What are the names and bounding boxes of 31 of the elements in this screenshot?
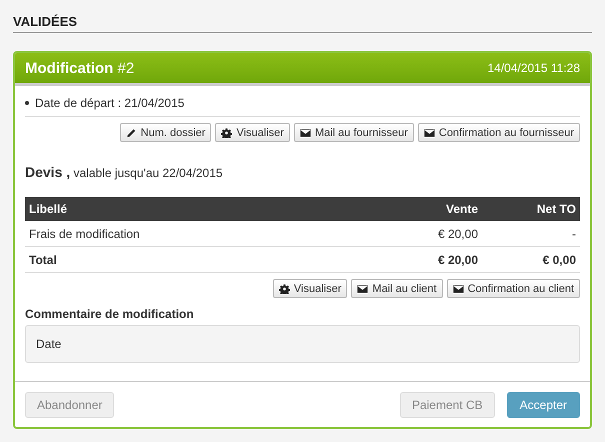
table-cell: Frais de modification	[25, 221, 384, 246]
action-button[interactable]: Mail au client	[351, 279, 443, 298]
total-cell: Total	[25, 246, 384, 272]
table-cell: € 20,00	[384, 221, 482, 246]
timestamp: 14/04/2015 11:28	[487, 61, 580, 75]
bullet-icon	[25, 101, 29, 105]
action-button[interactable]: Mail au fournisseur	[294, 123, 414, 142]
table-cell: -	[482, 221, 580, 246]
card-title: Modification #2	[25, 60, 134, 76]
total-cell: € 20,00	[384, 246, 482, 272]
comment-field[interactable]: Date	[25, 325, 580, 363]
action-button[interactable]: Confirmation au fournisseur	[418, 123, 580, 142]
pencil-icon	[126, 128, 137, 138]
envelope-icon	[424, 128, 435, 138]
column-header: Vente	[384, 197, 482, 221]
column-header: Net TO	[482, 197, 580, 221]
section-title: VALIDÉES	[13, 14, 78, 29]
action-button[interactable]: Confirmation au client	[446, 279, 580, 298]
total-cell: € 0,00	[482, 246, 580, 272]
envelope-icon	[452, 284, 464, 294]
comment-label: Commentaire de modification	[25, 307, 195, 321]
envelope-icon	[300, 128, 311, 138]
column-header: Libellé	[25, 197, 384, 221]
action-button[interactable]: Num. dossier	[120, 123, 212, 142]
gear-icon	[221, 128, 232, 138]
envelope-icon	[357, 284, 368, 294]
action-button[interactable]: Visualiser	[215, 123, 290, 142]
quote-heading: Devis , valable jusqu'au 22/04/2015	[25, 164, 224, 180]
action-button[interactable]: Visualiser	[272, 279, 348, 298]
gear-icon	[278, 284, 290, 294]
detail-text: Date de départ : 21/04/2015	[35, 96, 184, 110]
